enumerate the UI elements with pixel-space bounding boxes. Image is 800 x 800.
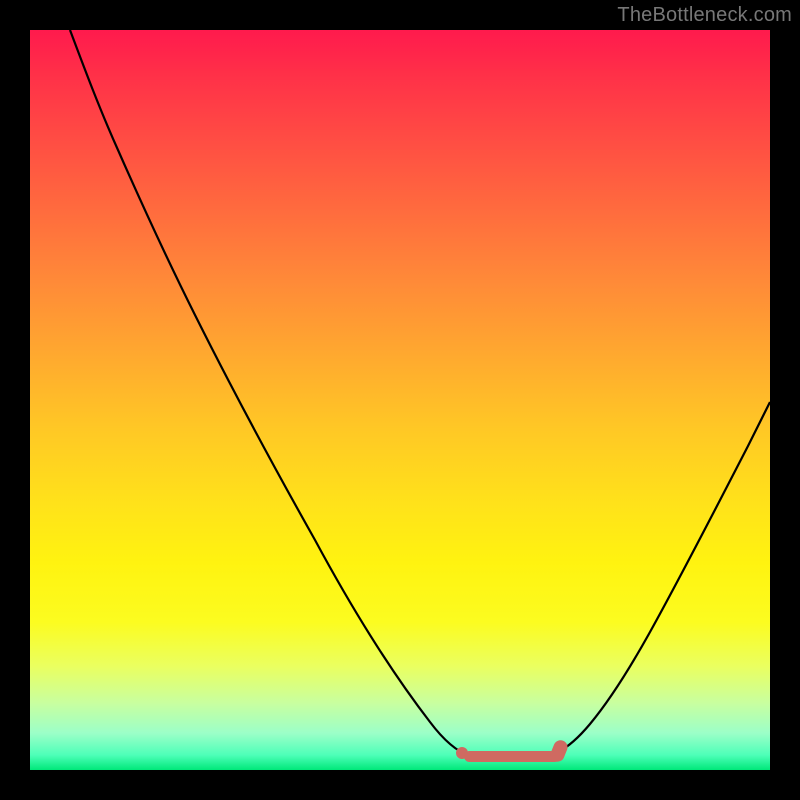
- optimal-range-marker: [464, 751, 560, 762]
- watermark-text: TheBottleneck.com: [617, 4, 792, 27]
- plot-area: [30, 30, 770, 770]
- chart-frame: TheBottleneck.com: [0, 0, 800, 800]
- bottleneck-curve: [30, 30, 770, 770]
